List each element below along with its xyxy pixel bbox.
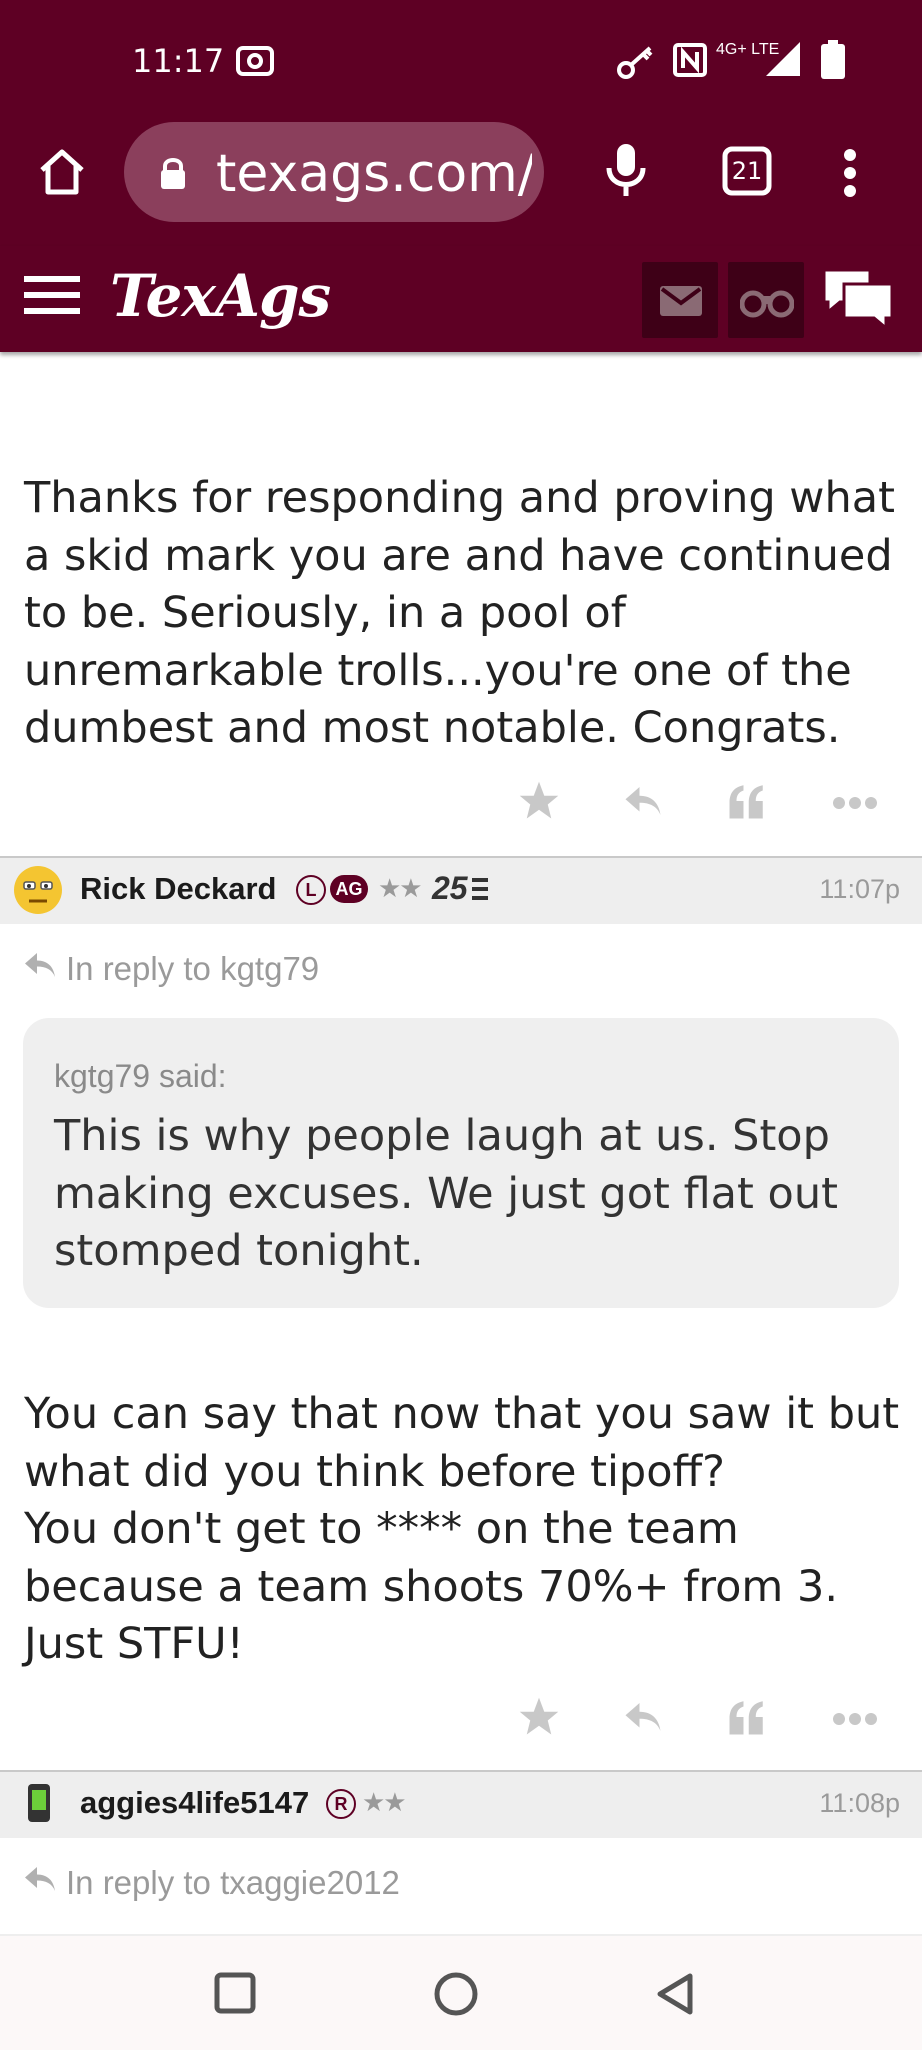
recents-icon[interactable] bbox=[214, 1972, 256, 2019]
rating-stars: ★★ bbox=[362, 1787, 407, 1817]
nfc-icon bbox=[672, 42, 708, 83]
post-actions bbox=[0, 780, 922, 830]
reply-to-text[interactable]: In reply to txaggie2012 bbox=[66, 1864, 400, 1902]
author-name[interactable]: Rick Deckard bbox=[80, 871, 276, 907]
mail-button[interactable] bbox=[642, 262, 718, 338]
signal-icon bbox=[764, 40, 802, 83]
mic-icon[interactable] bbox=[604, 142, 648, 203]
vpn-key-icon bbox=[616, 44, 656, 85]
reply-icon[interactable] bbox=[622, 780, 664, 827]
phone-avatar-icon[interactable] bbox=[26, 1782, 52, 1829]
reply-icon[interactable] bbox=[622, 1696, 664, 1743]
quote-text: This is why people laugh at us. Stop mak… bbox=[54, 1111, 838, 1276]
address-bar[interactable]: texags.com/ bbox=[124, 122, 544, 222]
texags-logo[interactable]: TexAgs bbox=[110, 262, 331, 330]
system-nav-bar bbox=[0, 1934, 922, 2050]
member-badge-l: L bbox=[296, 875, 326, 905]
reply-to-text[interactable]: In reply to kgtg79 bbox=[66, 950, 319, 988]
author-name[interactable]: aggies4life5147 bbox=[80, 1785, 309, 1821]
quote-author: kgtg79 said: bbox=[54, 1058, 227, 1094]
home-icon[interactable] bbox=[36, 146, 88, 203]
home-circle-icon[interactable] bbox=[434, 1972, 478, 2021]
post-body: You can say that now that you saw it but… bbox=[24, 1386, 904, 1674]
post-body: Thanks for responding and proving what a… bbox=[24, 473, 895, 753]
hamburger-menu-icon[interactable] bbox=[24, 274, 80, 321]
more-icon[interactable] bbox=[832, 1712, 878, 1731]
reply-arrow-icon bbox=[25, 1867, 55, 1891]
post-time: 11:08p bbox=[819, 1788, 900, 1818]
post-author-bar: aggies4life5147 R ★★ 11:08p bbox=[0, 1770, 922, 1838]
rating-stars: ★★ bbox=[378, 873, 423, 903]
url-text[interactable]: texags.com/ bbox=[216, 144, 532, 204]
post-author-bar: Rick Deckard L AG ★★ 25 11:07p bbox=[0, 856, 922, 924]
more-icon[interactable] bbox=[832, 796, 878, 815]
reply-arrow-icon bbox=[25, 953, 55, 977]
reply-to-link[interactable]: In reply to kgtg79 bbox=[22, 950, 319, 988]
back-icon[interactable] bbox=[654, 1972, 696, 2021]
member-badge-r: R bbox=[326, 1789, 356, 1819]
tab-count: 21 bbox=[731, 157, 763, 185]
post-actions bbox=[0, 1696, 922, 1746]
star-icon[interactable] bbox=[518, 780, 560, 827]
status-bar: 11:17 4G+ LTE bbox=[0, 0, 922, 118]
post-time: 11:07p bbox=[819, 874, 900, 904]
chat-bubbles-icon[interactable] bbox=[820, 266, 896, 335]
rank-bars-icon bbox=[472, 878, 488, 905]
status-time: 11:17 bbox=[132, 42, 225, 80]
star-icon[interactable] bbox=[518, 1696, 560, 1743]
ag-badge: AG bbox=[330, 875, 368, 903]
post-body-line: You can say that now that you saw it but… bbox=[24, 1389, 900, 1497]
mail-icon bbox=[660, 286, 702, 316]
post-body-line: You don't get to **** on the team becaus… bbox=[24, 1504, 838, 1669]
screen-record-icon bbox=[236, 46, 274, 81]
reply-to-link[interactable]: In reply to txaggie2012 bbox=[22, 1864, 400, 1902]
quote-icon[interactable] bbox=[726, 1696, 768, 1743]
binoculars-button[interactable] bbox=[728, 262, 804, 338]
quote-icon[interactable] bbox=[726, 780, 768, 827]
more-vert-icon[interactable] bbox=[842, 148, 858, 203]
tabs-button[interactable]: 21 bbox=[722, 146, 772, 201]
quote-block: kgtg79 said: This is why people laugh at… bbox=[23, 1018, 899, 1308]
avatar[interactable] bbox=[12, 864, 64, 921]
rank-number: 25 bbox=[432, 870, 468, 906]
lock-icon bbox=[158, 156, 188, 195]
battery-icon bbox=[820, 40, 846, 85]
binoculars-icon bbox=[740, 290, 794, 318]
